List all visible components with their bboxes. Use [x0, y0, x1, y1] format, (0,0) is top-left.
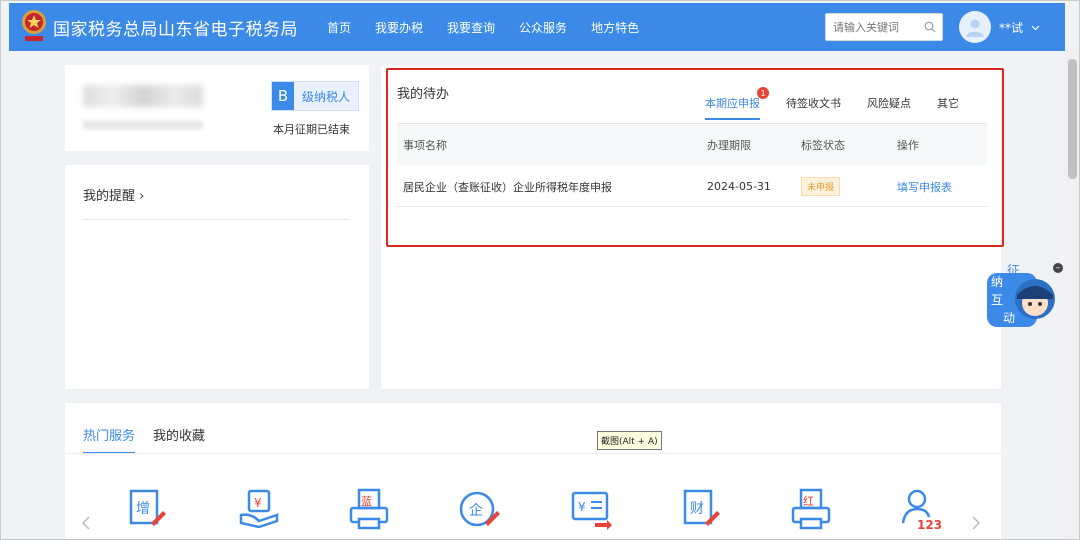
mascot-char: 互: [991, 293, 1003, 307]
blurred-company-name: [83, 85, 203, 107]
taxpayer-profile-card: B 级纳税人 本月征期已结束: [65, 65, 369, 151]
divider: [83, 219, 349, 220]
top-navigation-bar: 国家税务总局山东省电子税务局 首页 我要办税 我要查询 公众服务 地方特色 **…: [9, 3, 1065, 51]
svg-text:¥: ¥: [254, 496, 262, 510]
divider: [65, 453, 1001, 454]
user-123-icon[interactable]: 123: [899, 487, 943, 531]
grade-label: 级纳税人: [302, 89, 351, 104]
nav-home[interactable]: 首页: [327, 19, 351, 36]
svg-text:蓝: 蓝: [361, 495, 372, 508]
mascot-char: 动: [1003, 311, 1015, 325]
svg-text:增: 增: [136, 501, 150, 517]
svg-text:¥: ¥: [578, 500, 586, 514]
tax-emblem-icon: [22, 10, 46, 41]
tab-my-favorites[interactable]: 我的收藏: [153, 425, 205, 454]
invoice-increase-icon[interactable]: 增: [125, 487, 169, 531]
reminder-card: 我的提醒 ›: [65, 165, 369, 389]
mascot-char: 纳: [991, 275, 1003, 289]
search-box: [825, 13, 943, 41]
enterprise-edit-icon[interactable]: 企: [457, 487, 501, 531]
services-tabs: 热门服务 我的收藏: [83, 425, 223, 454]
scrollbar-thumb[interactable]: [1068, 59, 1077, 179]
grade-letter: B: [272, 82, 294, 110]
svg-text:123: 123: [917, 518, 942, 531]
chevron-down-icon[interactable]: [1031, 23, 1040, 32]
chevron-left-icon[interactable]: [81, 515, 91, 531]
printer-red-icon[interactable]: 红: [789, 487, 833, 531]
printer-blue-icon[interactable]: 蓝: [347, 487, 391, 531]
reminder-title-link[interactable]: 我的提醒 ›: [83, 185, 144, 204]
main-nav: 首页 我要办税 我要查询 公众服务 地方特色: [327, 19, 663, 36]
interaction-mascot-icon[interactable]: 征 纳 互 动: [985, 259, 1057, 331]
svg-text:企: 企: [469, 502, 483, 519]
finance-edit-icon[interactable]: 财: [679, 487, 723, 531]
tab-hot-services[interactable]: 热门服务: [83, 425, 136, 454]
payment-hand-icon[interactable]: ¥: [237, 487, 281, 531]
browser-viewport: 国家税务总局山东省电子税务局 首页 我要办税 我要查询 公众服务 地方特色 **…: [0, 0, 1080, 540]
user-menu[interactable]: **试: [959, 11, 1040, 43]
nav-query[interactable]: 我要查询: [447, 19, 495, 36]
services-card: 热门服务 我的收藏 增 ¥ 蓝 企 ¥ 财 红 123: [65, 403, 1001, 539]
chevron-right-icon[interactable]: [971, 515, 981, 531]
nav-do-tax[interactable]: 我要办税: [375, 19, 423, 36]
nav-public-service[interactable]: 公众服务: [519, 19, 567, 36]
credit-grade-badge: B 级纳税人: [271, 81, 360, 111]
mascot-char: 征: [1007, 264, 1020, 279]
avatar[interactable]: [959, 11, 991, 43]
user-name[interactable]: **试: [999, 19, 1023, 36]
svg-text:财: 财: [690, 501, 704, 517]
close-icon[interactable]: −: [1053, 263, 1063, 273]
site-title[interactable]: 国家税务总局山东省电子税务局: [53, 15, 298, 40]
search-icon[interactable]: [924, 21, 936, 33]
user-avatar-icon: [966, 19, 984, 37]
nav-local-feature[interactable]: 地方特色: [591, 19, 639, 36]
search-input[interactable]: [826, 14, 918, 40]
transfer-yen-icon[interactable]: ¥: [569, 487, 613, 531]
screenshot-tooltip: 截图(Alt + A): [597, 431, 662, 450]
highlight-box: [386, 68, 1004, 247]
period-status: 本月征期已结束: [273, 123, 350, 136]
svg-text:红: 红: [803, 495, 814, 508]
blurred-tax-id: [83, 121, 203, 129]
